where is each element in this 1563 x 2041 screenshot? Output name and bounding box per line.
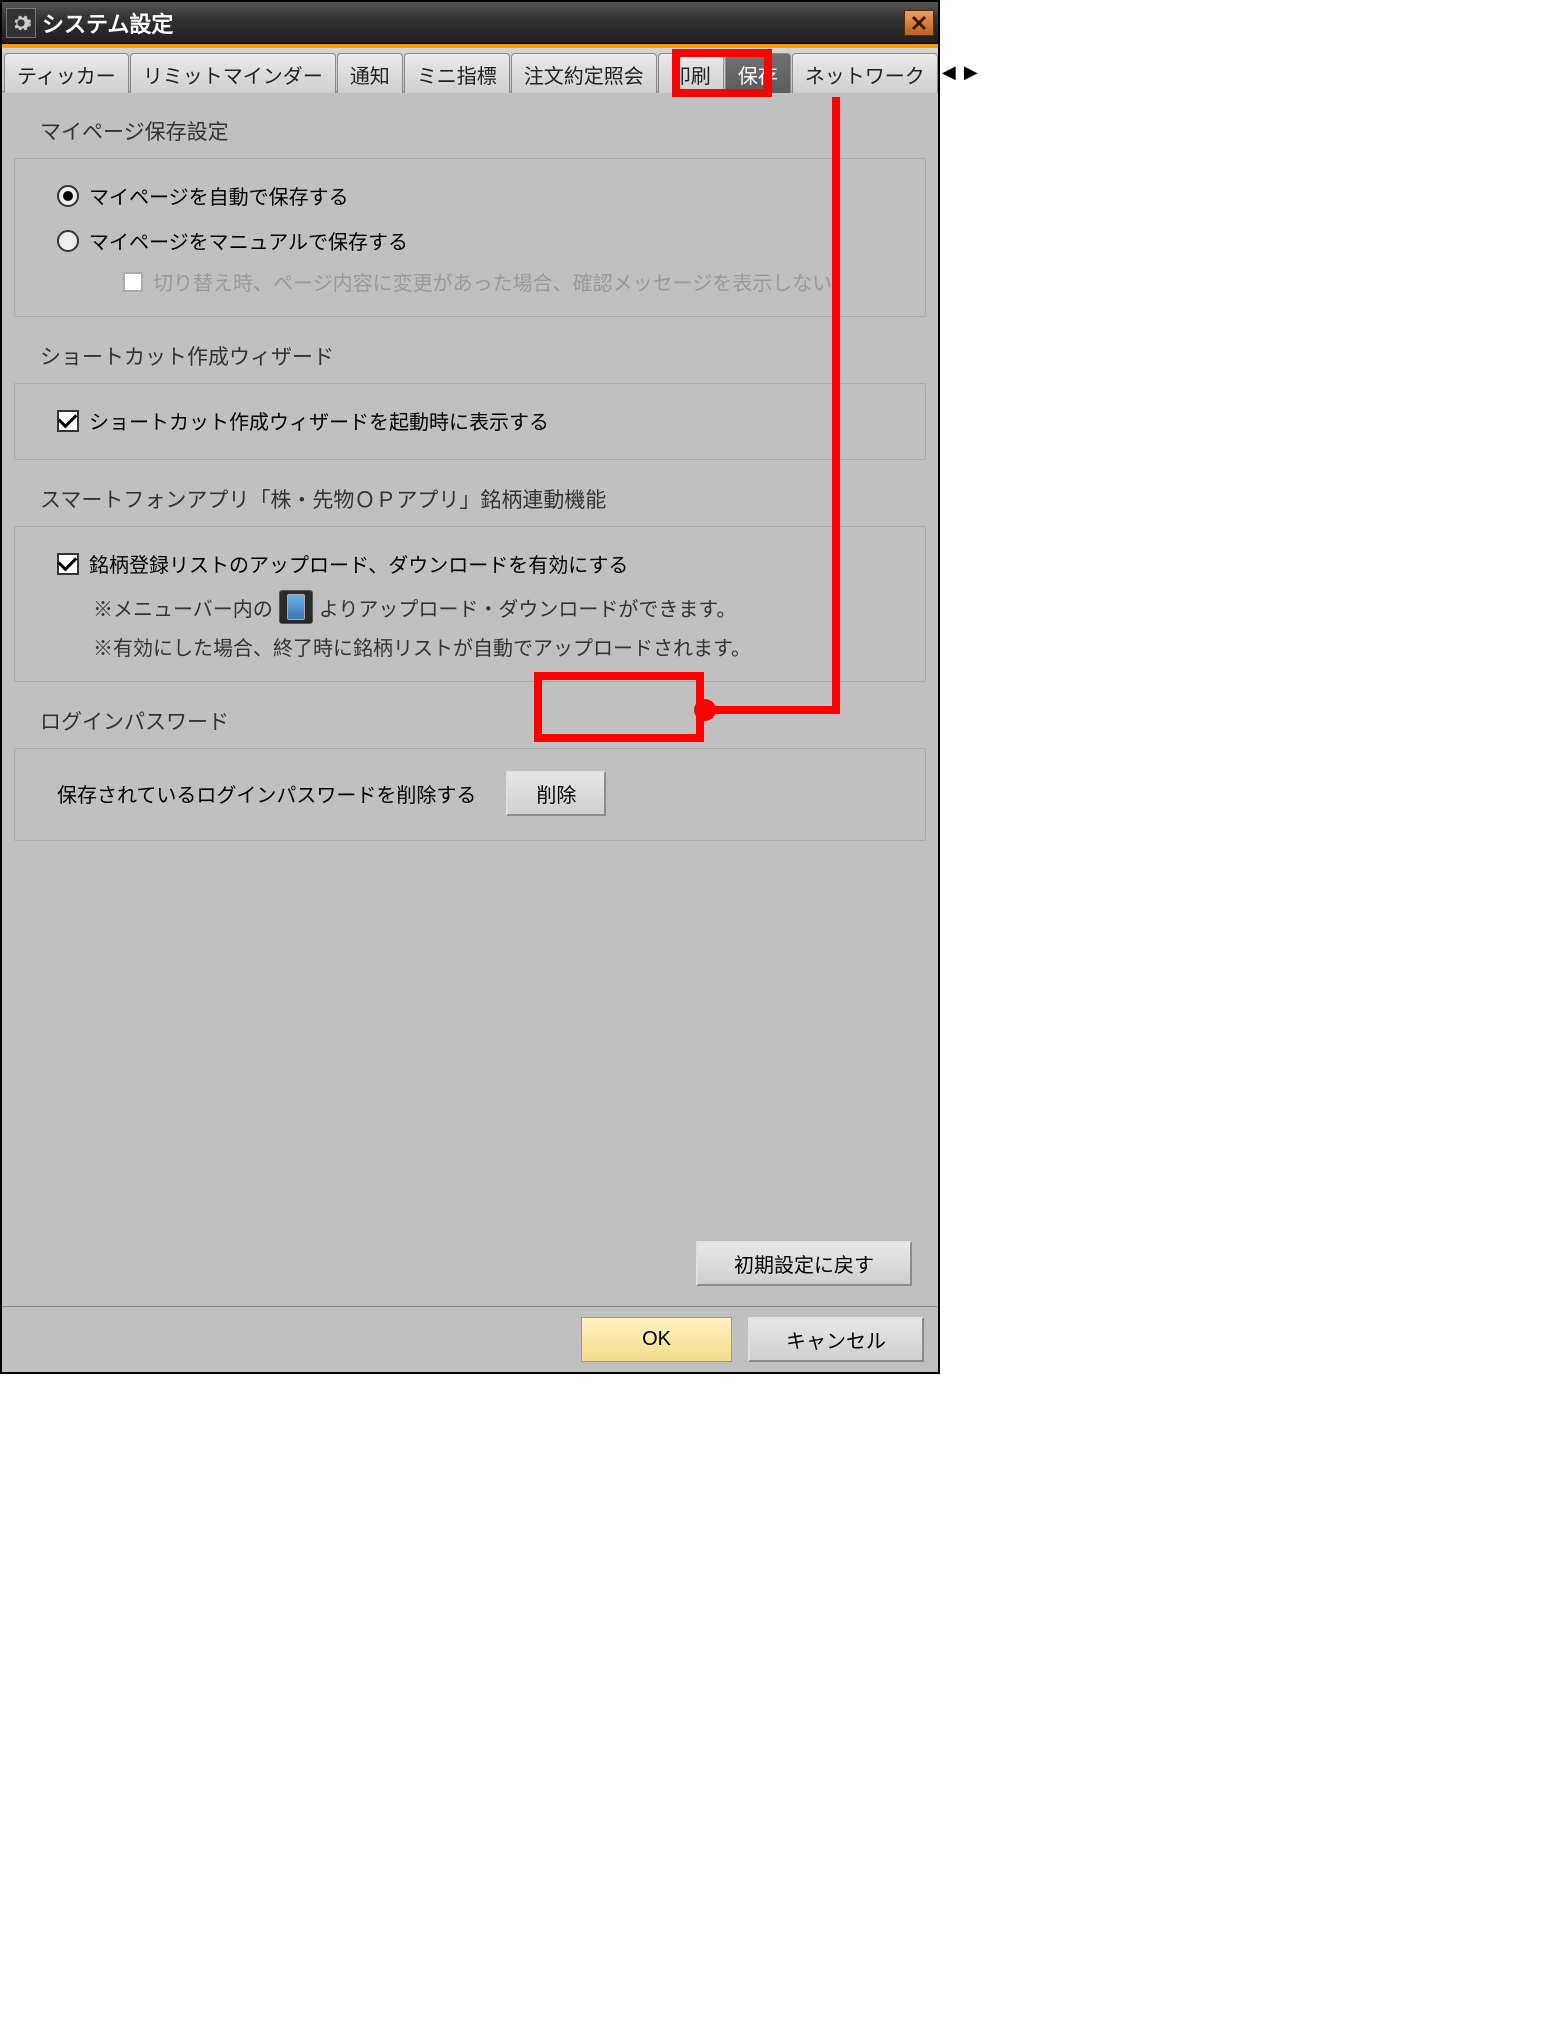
cancel-button[interactable]: キャンセル [748,1317,924,1362]
smartphone-note-1: ※メニューバー内の よりアップロード・ダウンロードができます。 [33,586,907,628]
confirm-message-label: 切り替え時、ページ内容に変更があった場合、確認メッセージを表示しない [153,267,832,296]
window-title: システム設定 [42,7,904,39]
tab-scroll-left-icon[interactable]: ◀ [939,61,959,85]
tab-mini-index[interactable]: ミニ指標 [404,53,510,93]
tab-scroll: ◀ ▶ [939,61,985,85]
radio-auto-save-label: マイページを自動で保存する [89,181,349,210]
radio-manual-save[interactable] [57,230,79,252]
shortcut-section-title: ショートカット作成ウィザード [40,341,926,371]
titlebar: システム設定 [2,2,938,44]
smartphone-section-title: スマートフォンアプリ「株・先物ＯＰアプリ」銘柄連動機能 [40,484,926,514]
radio-manual-save-row[interactable]: マイページをマニュアルで保存する [33,218,907,263]
ok-button[interactable]: OK [581,1317,732,1362]
radio-auto-save[interactable] [57,185,79,207]
gear-icon [6,8,36,38]
smartphone-sync-label: 銘柄登録リストのアップロード、ダウンロードを有効にする [89,549,628,578]
smartphone-note-1a: ※メニューバー内の [93,593,273,622]
highlight-line-horizontal [704,706,840,714]
manual-save-note: 切り替え時、ページ内容に変更があった場合、確認メッセージを表示しない [33,263,907,300]
tab-ticker[interactable]: ティッカー [4,53,129,93]
radio-auto-save-row[interactable]: マイページを自動で保存する [33,173,907,218]
mypage-section: マイページを自動で保存する マイページをマニュアルで保存する 切り替え時、ページ… [14,158,926,317]
tab-scroll-right-icon[interactable]: ▶ [961,61,981,85]
tab-order-inquiry[interactable]: 注文約定照会 [511,53,657,93]
smartphone-sync-checkbox[interactable] [57,553,79,575]
shortcut-wizard-label: ショートカット作成ウィザードを起動時に表示する [89,406,549,435]
radio-manual-save-label: マイページをマニュアルで保存する [89,226,408,255]
smartphone-sync-row[interactable]: 銘柄登録リストのアップロード、ダウンロードを有効にする [33,541,907,586]
mypage-section-title: マイページ保存設定 [40,116,926,146]
tab-print[interactable]: 印刷 [658,53,724,93]
shortcut-wizard-checkbox[interactable] [57,410,79,432]
system-settings-window: システム設定 ティッカー リミットマインダー 通知 ミニ指標 注文約定照会 印刷… [0,0,940,1374]
confirm-message-checkbox [123,272,143,292]
delete-password-button[interactable]: 削除 [506,771,606,816]
highlight-dot [694,699,716,721]
footer-buttons: OK キャンセル [2,1306,938,1372]
shortcut-section: ショートカット作成ウィザードを起動時に表示する [14,383,926,460]
smartphone-section: 銘柄登録リストのアップロード、ダウンロードを有効にする ※メニューバー内の より… [14,526,926,682]
login-password-label: 保存されているログインパスワードを削除する [57,779,476,808]
login-section: 保存されているログインパスワードを削除する 削除 [14,748,926,841]
tab-limit-minder[interactable]: リミットマインダー [130,53,336,93]
close-button[interactable] [904,10,934,36]
tab-network[interactable]: ネットワーク [792,53,938,93]
tab-save[interactable]: 保存 [725,53,791,93]
smartphone-note-2: ※有効にした場合、終了時に銘柄リストが自動でアップロードされます。 [33,628,907,665]
tab-notification[interactable]: 通知 [337,53,403,93]
content-panel: マイページ保存設定 マイページを自動で保存する マイページをマニュアルで保存する… [2,92,938,1306]
smartphone-note-1b: よりアップロード・ダウンロードができます。 [319,593,737,622]
highlight-line-vertical [832,97,840,710]
shortcut-wizard-row[interactable]: ショートカット作成ウィザードを起動時に表示する [33,398,907,443]
phone-icon [279,590,313,624]
reset-defaults-button[interactable]: 初期設定に戻す [696,1241,912,1286]
tabstrip: ティッカー リミットマインダー 通知 ミニ指標 注文約定照会 印刷 保存 ネット… [2,48,938,92]
